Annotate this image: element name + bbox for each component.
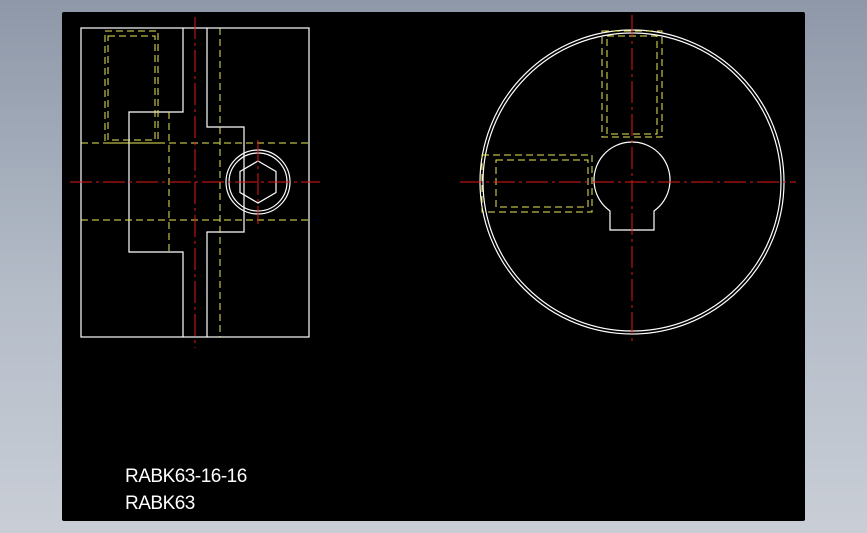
hidden-setscrew-top xyxy=(104,30,159,144)
cad-drawing xyxy=(70,15,796,348)
drawing-model-name: RABK63 xyxy=(125,493,195,514)
side-view-center-lines xyxy=(70,17,320,348)
hidden-setscrew-horizontal xyxy=(481,154,593,213)
hidden-setscrew-horizontal-inner xyxy=(495,159,589,208)
drawing-canvas: RABK63-16-16 RABK63 xyxy=(62,12,805,521)
hidden-setscrew-top-inner xyxy=(107,35,156,141)
front-view-hidden-lines xyxy=(481,30,663,213)
front-view-center-lines xyxy=(460,15,796,342)
drawing-part-number: RABK63-16-16 xyxy=(125,466,247,487)
